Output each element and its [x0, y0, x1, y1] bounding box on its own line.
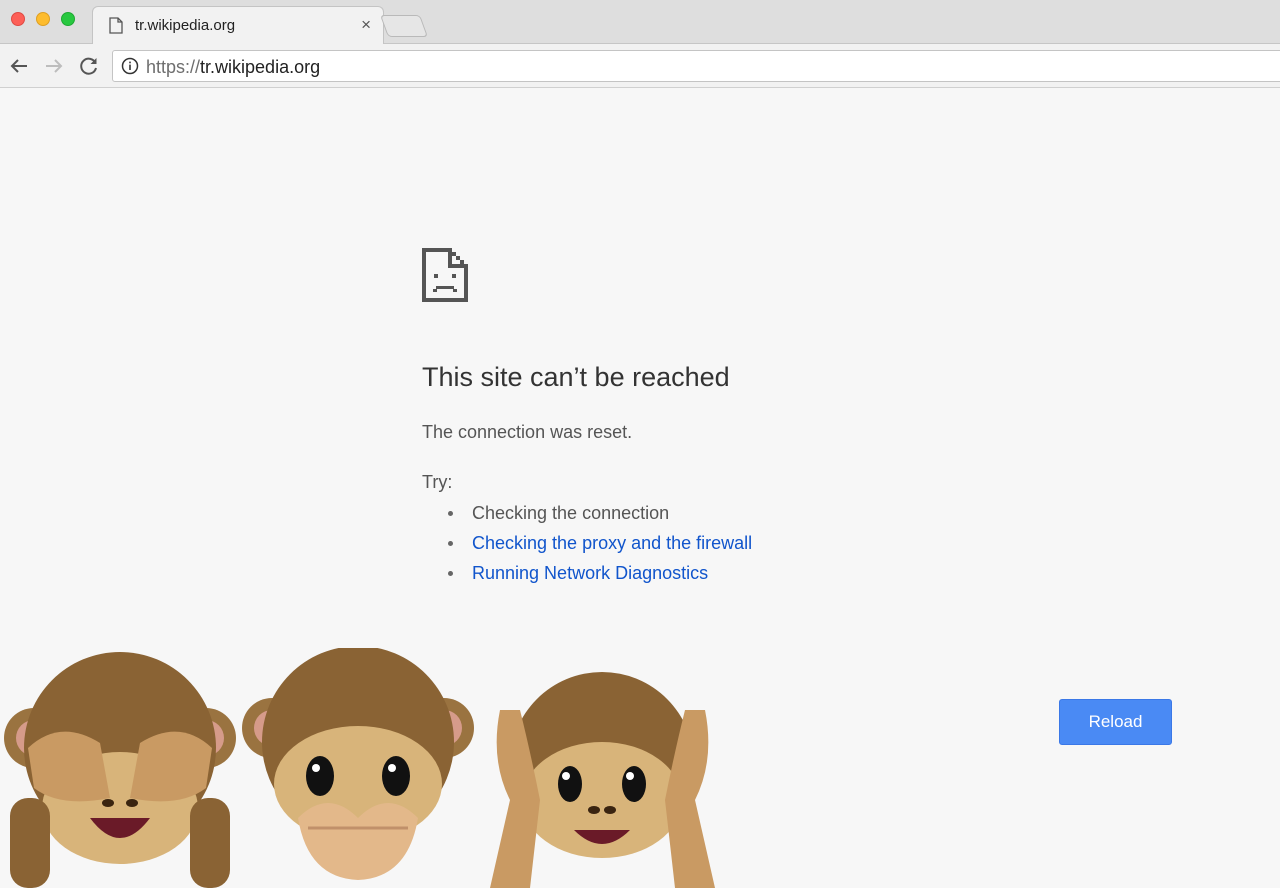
try-label: Try: — [422, 472, 453, 492]
tab-strip: tr.wikipedia.org × — [0, 0, 1280, 45]
url-text[interactable]: https://tr.wikipedia.org — [146, 57, 320, 78]
new-tab-button[interactable] — [379, 15, 429, 37]
url-scheme: https:// — [146, 57, 201, 77]
zoom-window-button[interactable] — [61, 12, 75, 26]
close-window-button[interactable] — [11, 12, 25, 26]
info-icon[interactable] — [121, 57, 139, 75]
reload-button[interactable]: Reload — [1059, 699, 1172, 745]
reload-icon[interactable] — [78, 55, 100, 77]
browser-toolbar: https://tr.wikipedia.org — [0, 44, 1280, 88]
tab-title: tr.wikipedia.org — [135, 17, 236, 34]
see-no-evil-monkey-sticker — [4, 652, 236, 888]
hear-no-evil-monkey-sticker — [490, 672, 715, 888]
sad-page-icon — [422, 248, 468, 302]
page-icon — [109, 17, 123, 34]
error-message: The connection was reset. — [422, 422, 633, 442]
address-bar[interactable]: https://tr.wikipedia.org — [112, 50, 1280, 82]
back-arrow-icon[interactable] — [8, 55, 30, 77]
network-diagnostics-link[interactable]: Running Network Diagnostics — [472, 563, 708, 583]
check-proxy-link[interactable]: Checking the proxy and the firewall — [472, 533, 752, 553]
url-host: tr.wikipedia.org — [200, 57, 321, 77]
suggestion-check-proxy: Checking the proxy and the firewall — [446, 528, 752, 558]
error-title: This site can’t be reached — [422, 362, 730, 392]
error-page: This site can’t be reached The connectio… — [0, 88, 1280, 888]
suggestions-list: Checking the connection Checking the pro… — [446, 498, 752, 588]
suggestion-check-connection: Checking the connection — [446, 498, 752, 528]
suggestion-network-diagnostics: Running Network Diagnostics — [446, 558, 752, 588]
speak-no-evil-monkey-sticker — [242, 648, 474, 880]
forward-arrow-icon[interactable] — [43, 55, 65, 77]
minimize-window-button[interactable] — [36, 12, 50, 26]
browser-tab[interactable]: tr.wikipedia.org × — [92, 6, 384, 45]
close-tab-icon[interactable]: × — [361, 15, 371, 35]
